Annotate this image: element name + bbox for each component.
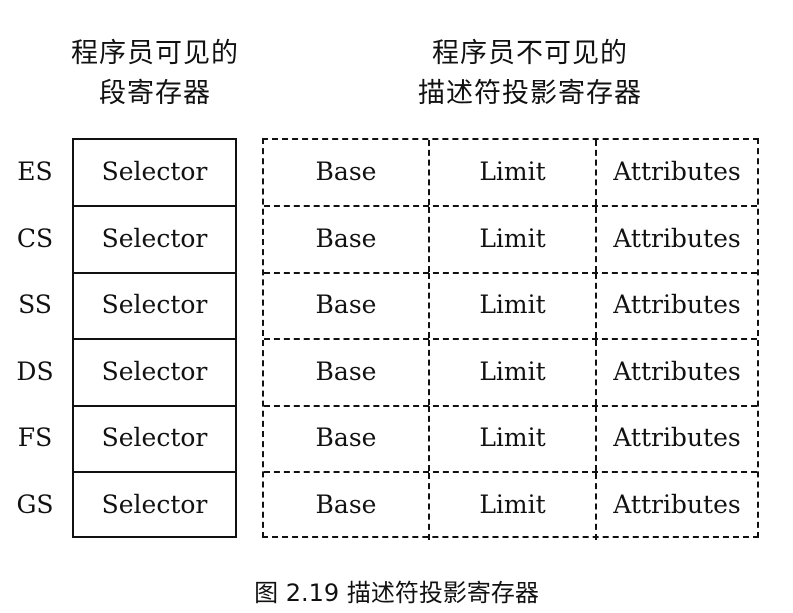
invisible-heading-line-1: 程序员不可见的 xyxy=(432,38,628,69)
selector-cell-es: Selector xyxy=(74,140,235,207)
visible-registers-heading: 程序员可见的 段寄存器 xyxy=(40,34,270,114)
segment-label-gs: GS xyxy=(16,490,54,519)
segment-label-es: ES xyxy=(17,157,53,186)
attributes-cell: Attributes xyxy=(613,290,741,319)
invisible-registers-heading: 程序员不可见的 描述符投影寄存器 xyxy=(360,34,700,114)
selector-cell-cs: Selector xyxy=(74,207,235,274)
visible-heading-line-2: 段寄存器 xyxy=(99,78,211,109)
base-cell: Base xyxy=(264,473,430,540)
segment-label-ds: DS xyxy=(16,357,54,386)
selector-cell-ss: Selector xyxy=(74,273,235,340)
limit-cell: Limit xyxy=(430,207,597,272)
segment-label-ss: SS xyxy=(18,290,52,319)
base-cell: Base xyxy=(264,140,430,205)
figure-page: { "headings": { "visible": ["程序员可见的", "段… xyxy=(0,0,793,613)
selector-cell-gs: Selector xyxy=(101,490,208,519)
attributes-cell: Attributes xyxy=(613,357,741,386)
selector-cell-fs: Selector xyxy=(74,406,235,473)
attributes-cell: Attributes xyxy=(613,157,741,186)
descriptor-row-ss: Base Limit Attributes xyxy=(264,273,757,340)
descriptor-row-fs: Base Limit Attributes xyxy=(264,406,757,473)
descriptor-row-cs: Base Limit Attributes xyxy=(264,207,757,274)
selector-cell-ds: Selector xyxy=(74,340,235,407)
base-cell: Base xyxy=(264,406,430,471)
descriptor-row-gs: Base Limit Attributes xyxy=(264,473,757,540)
descriptor-row-es: Base Limit Attributes xyxy=(264,140,757,207)
limit-cell: Limit xyxy=(430,340,597,405)
attributes-cell: Attributes xyxy=(613,224,741,253)
visible-heading-line-1: 程序员可见的 xyxy=(71,38,239,69)
descriptor-row-ds: Base Limit Attributes xyxy=(264,340,757,407)
base-cell: Base xyxy=(264,340,430,405)
attributes-cell: Attributes xyxy=(613,490,741,519)
invisible-heading-line-2: 描述符投影寄存器 xyxy=(418,78,642,109)
limit-cell: Limit xyxy=(430,273,597,338)
selector-register-column: Selector Selector Selector Selector Sele… xyxy=(72,138,237,538)
limit-cell: Limit xyxy=(430,140,597,205)
limit-cell: Limit xyxy=(430,406,597,471)
segment-label-cs: CS xyxy=(16,224,54,253)
limit-cell: Limit xyxy=(430,473,597,540)
figure-caption: 图 2.19 描述符投影寄存器 xyxy=(254,579,539,607)
descriptor-cache-grid: Base Limit Attributes Base Limit Attribu… xyxy=(262,138,759,540)
base-cell: Base xyxy=(264,207,430,272)
base-cell: Base xyxy=(264,273,430,338)
segment-label-fs: FS xyxy=(17,423,53,452)
attributes-cell: Attributes xyxy=(613,423,741,452)
